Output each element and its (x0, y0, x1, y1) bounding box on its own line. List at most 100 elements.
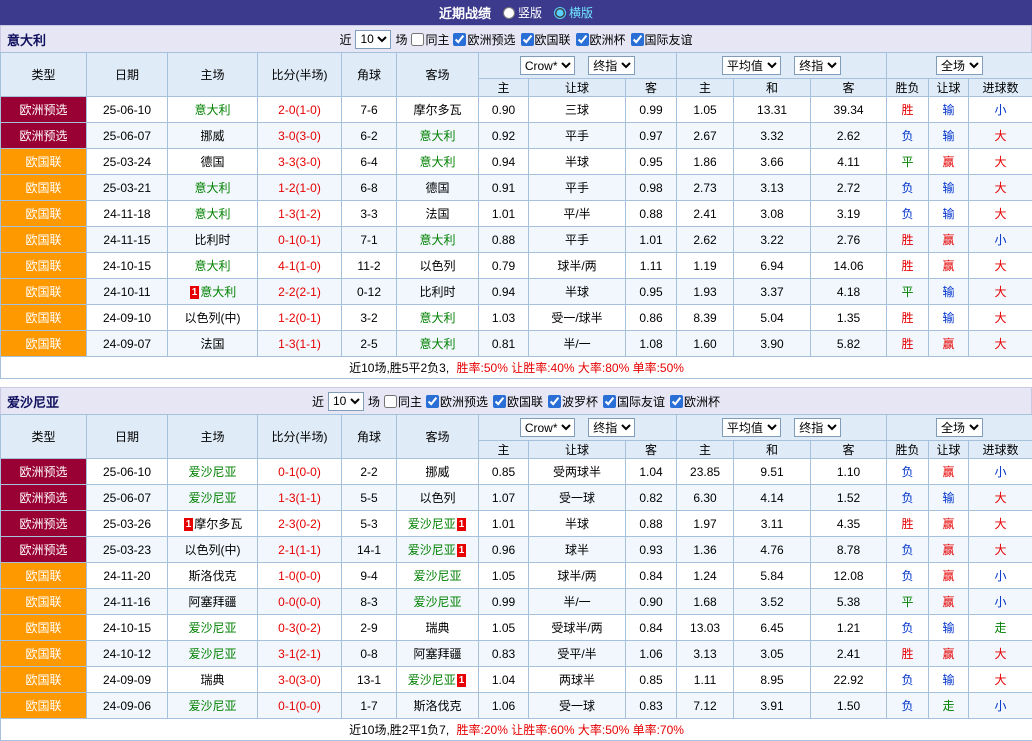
score-cell[interactable]: 2-2(2-1) (258, 279, 342, 305)
same-home-checkbox[interactable] (384, 395, 397, 408)
same-home-checkbox[interactable] (411, 33, 424, 46)
league-checkbox[interactable] (603, 395, 616, 408)
league-filter[interactable]: 欧国联 (521, 31, 571, 48)
league-checkbox[interactable] (548, 395, 561, 408)
away-team-name[interactable]: 比利时 (419, 285, 455, 299)
away-team-name[interactable]: 意大利 (419, 129, 455, 143)
away-team-name[interactable]: 爱沙尼亚 (408, 673, 456, 687)
score-cell[interactable]: 1-3(1-1) (258, 485, 342, 511)
league-checkbox[interactable] (521, 33, 534, 46)
league-filter[interactable]: 欧洲杯 (576, 31, 626, 48)
home-team-name[interactable]: 以色列(中) (185, 311, 241, 325)
home-team-name[interactable]: 意大利 (194, 259, 230, 273)
final-odds-select[interactable]: 终指 (588, 56, 635, 75)
score-cell[interactable]: 1-0(0-0) (258, 563, 342, 589)
away-team-name[interactable]: 以色列 (419, 259, 455, 273)
home-team-name[interactable]: 德国 (200, 155, 224, 169)
away-team-name[interactable]: 挪威 (425, 465, 449, 479)
score-cell[interactable]: 2-0(1-0) (258, 97, 342, 123)
league-filter[interactable]: 欧洲预选 (453, 31, 515, 48)
away-team-name[interactable]: 意大利 (419, 233, 455, 247)
league-filter[interactable]: 波罗杯 (548, 393, 598, 410)
score-cell[interactable]: 1-3(1-1) (258, 331, 342, 357)
league-filter[interactable]: 国际友谊 (631, 31, 693, 48)
home-team-name[interactable]: 爱沙尼亚 (188, 491, 236, 505)
score-cell[interactable]: 3-3(3-0) (258, 149, 342, 175)
away-team-name[interactable]: 意大利 (419, 311, 455, 325)
league-filter[interactable]: 欧国联 (493, 393, 543, 410)
league-checkbox[interactable] (453, 33, 466, 46)
final-odds-select[interactable]: 终指 (794, 56, 841, 75)
score-cell[interactable]: 0-1(0-0) (258, 693, 342, 719)
league-checkbox[interactable] (426, 395, 439, 408)
home-team-name[interactable]: 瑞典 (200, 673, 224, 687)
match-count-select[interactable]: 10 (328, 392, 364, 411)
final-odds-select[interactable]: 终指 (794, 418, 841, 437)
home-team-name[interactable]: 爱沙尼亚 (188, 647, 236, 661)
score-cell[interactable]: 2-3(0-2) (258, 511, 342, 537)
score-cell[interactable]: 4-1(1-0) (258, 253, 342, 279)
bookmaker-select[interactable]: Crow* (520, 56, 575, 75)
home-team-name[interactable]: 意大利 (200, 285, 236, 299)
home-team-name[interactable]: 比利时 (194, 233, 230, 247)
away-team-name[interactable]: 爱沙尼亚 (408, 543, 456, 557)
away-team-name[interactable]: 爱沙尼亚 (413, 595, 461, 609)
league-checkbox[interactable] (670, 395, 683, 408)
final-odds-select[interactable]: 终指 (588, 418, 635, 437)
same-home-filter[interactable]: 同主 (411, 31, 449, 48)
average-select[interactable]: 平均值 (722, 56, 781, 75)
away-team-name[interactable]: 德国 (425, 181, 449, 195)
score-cell[interactable]: 1-2(0-1) (258, 305, 342, 331)
home-team-name[interactable]: 法国 (200, 337, 224, 351)
avg-draw: 13.31 (734, 97, 811, 123)
layout-option-horizontal[interactable]: 横版 (554, 4, 593, 21)
home-team-name[interactable]: 摩尔多瓦 (194, 517, 242, 531)
away-team-name[interactable]: 法国 (425, 207, 449, 221)
average-select[interactable]: 平均值 (722, 418, 781, 437)
horizontal-layout-radio[interactable] (554, 7, 566, 19)
home-team-cell: 比利时 (168, 227, 258, 253)
layout-option-vertical[interactable]: 竖版 (503, 4, 542, 21)
home-team-name[interactable]: 意大利 (194, 103, 230, 117)
score-cell[interactable]: 1-3(1-2) (258, 201, 342, 227)
home-team-name[interactable]: 斯洛伐克 (188, 569, 236, 583)
league-filter[interactable]: 欧洲杯 (670, 393, 720, 410)
vertical-layout-radio[interactable] (503, 7, 515, 19)
home-team-name[interactable]: 意大利 (194, 181, 230, 195)
bookmaker-select[interactable]: Crow* (520, 418, 575, 437)
home-team-name[interactable]: 以色列(中) (185, 543, 241, 557)
home-team-name[interactable]: 爱沙尼亚 (188, 465, 236, 479)
away-team-name[interactable]: 以色列 (419, 491, 455, 505)
scope-select[interactable]: 全场 (936, 56, 983, 75)
league-filter[interactable]: 欧洲预选 (426, 393, 488, 410)
away-team-name[interactable]: 爱沙尼亚 (413, 569, 461, 583)
home-team-name[interactable]: 意大利 (194, 207, 230, 221)
score-cell[interactable]: 3-0(3-0) (258, 123, 342, 149)
scope-select[interactable]: 全场 (936, 418, 983, 437)
away-team-name[interactable]: 瑞典 (425, 621, 449, 635)
league-checkbox[interactable] (576, 33, 589, 46)
league-filter[interactable]: 国际友谊 (603, 393, 665, 410)
away-team-name[interactable]: 斯洛伐克 (413, 699, 461, 713)
away-team-name[interactable]: 摩尔多瓦 (413, 103, 461, 117)
away-team-name[interactable]: 阿塞拜疆 (413, 647, 461, 661)
league-checkbox[interactable] (631, 33, 644, 46)
score-cell[interactable]: 1-2(1-0) (258, 175, 342, 201)
away-team-name[interactable]: 意大利 (419, 337, 455, 351)
match-count-select[interactable]: 10 (355, 30, 391, 49)
home-team-name[interactable]: 挪威 (200, 129, 224, 143)
away-team-name[interactable]: 意大利 (419, 155, 455, 169)
league-checkbox[interactable] (493, 395, 506, 408)
score-cell[interactable]: 3-1(2-1) (258, 641, 342, 667)
home-team-name[interactable]: 爱沙尼亚 (188, 621, 236, 635)
score-cell[interactable]: 2-1(1-1) (258, 537, 342, 563)
score-cell[interactable]: 3-0(3-0) (258, 667, 342, 693)
score-cell[interactable]: 0-0(0-0) (258, 589, 342, 615)
score-cell[interactable]: 0-3(0-2) (258, 615, 342, 641)
score-cell[interactable]: 0-1(0-1) (258, 227, 342, 253)
home-team-name[interactable]: 阿塞拜疆 (188, 595, 236, 609)
same-home-filter[interactable]: 同主 (384, 393, 422, 410)
home-team-name[interactable]: 爱沙尼亚 (188, 699, 236, 713)
score-cell[interactable]: 0-1(0-0) (258, 459, 342, 485)
away-team-name[interactable]: 爱沙尼亚 (408, 517, 456, 531)
